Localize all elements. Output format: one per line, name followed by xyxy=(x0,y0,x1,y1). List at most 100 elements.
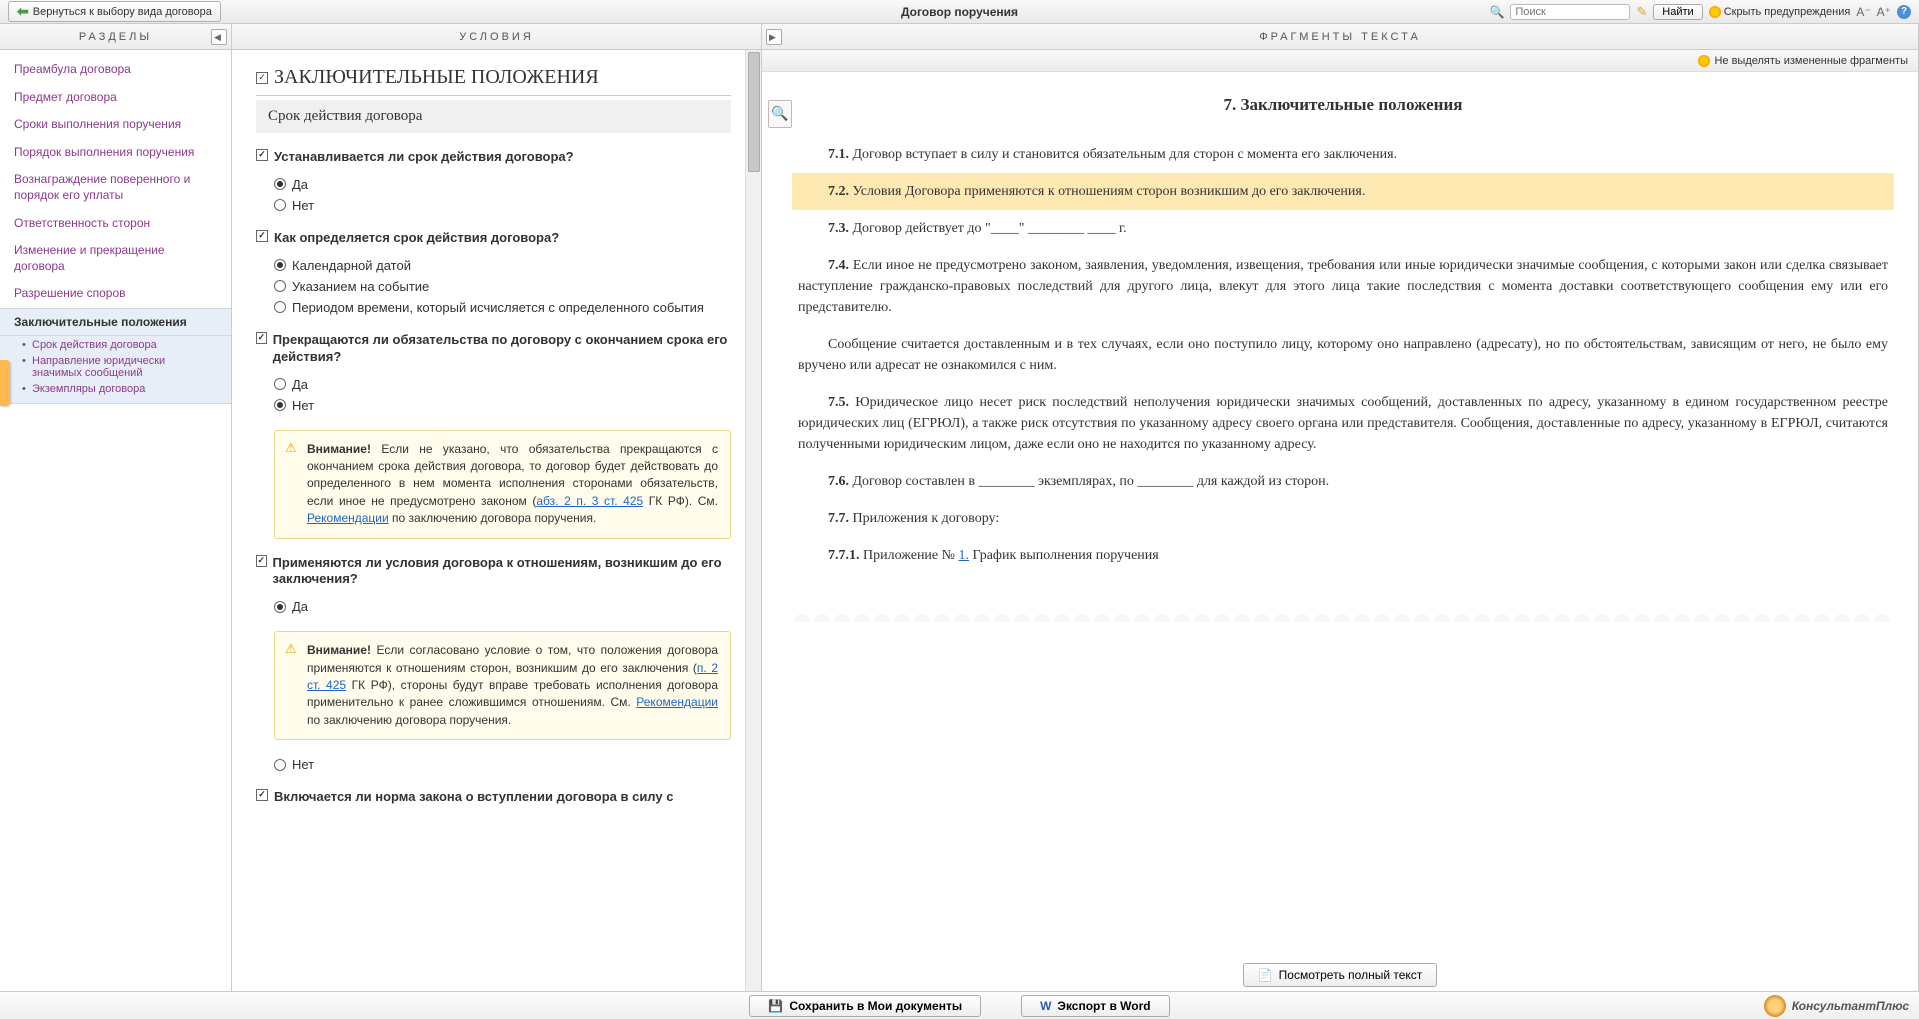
document-icon[interactable]: 🔍 xyxy=(768,100,792,128)
radio-icon xyxy=(274,301,286,313)
fragments-body: 🔍 7. Заключительные положения 7.1. Догов… xyxy=(762,72,1918,955)
view-full-text-button[interactable]: 📄 Посмотреть полный текст xyxy=(1243,963,1438,987)
option[interactable]: Нет xyxy=(274,195,731,216)
radio-icon xyxy=(274,759,286,771)
section-item[interactable]: Вознаграждение поверенного и порядок его… xyxy=(0,166,231,209)
sections-list: Преамбула договора Предмет договора Срок… xyxy=(0,50,231,991)
para-text: Юридическое лицо несет риск последствий … xyxy=(798,395,1888,452)
option[interactable]: Календарной датой xyxy=(274,255,731,276)
sections-header: РАЗДЕЛЫ ◀ xyxy=(0,24,231,50)
option-label: Да xyxy=(292,377,308,392)
find-button[interactable]: Найти xyxy=(1653,4,1702,20)
section-item[interactable]: Сроки выполнения поручения xyxy=(0,111,231,139)
question-1: ✓ Устанавливается ли срок действия догово… xyxy=(256,143,731,170)
paragraph: 7.1. Договор вступает в силу и становитс… xyxy=(792,136,1894,173)
warning-link[interactable]: Рекомендации xyxy=(307,511,389,525)
radio-icon xyxy=(274,280,286,292)
para-num: 7.5. xyxy=(828,395,849,410)
section-item[interactable]: Преамбула договора xyxy=(0,56,231,84)
option-label: Указанием на событие xyxy=(292,279,429,294)
warning-text: по заключению договора поручения. xyxy=(389,511,597,525)
section-subitem[interactable]: Направление юридически значимых сообщени… xyxy=(22,353,217,381)
para-num: 7.3. xyxy=(828,221,849,236)
help-icon[interactable]: ? xyxy=(1897,5,1911,19)
section-item[interactable]: Порядок выполнения поручения xyxy=(0,139,231,167)
brand-label: КонсультантПлюс xyxy=(1792,999,1909,1013)
text-fragments-panel: ▶ ФРАГМЕНТЫ ТЕКСТА Не выделять измененны… xyxy=(762,24,1919,991)
conditions-panel: УСЛОВИЯ ✓ ЗАКЛЮЧИТЕЛЬНЫЕ ПОЛОЖЕНИЯ Срок … xyxy=(232,24,762,991)
radio-icon xyxy=(274,259,286,271)
para-num: 7.7. xyxy=(828,511,849,526)
option-label: Нет xyxy=(292,398,314,413)
question-text: Устанавливается ли срок действия договор… xyxy=(274,149,574,166)
section-item-active[interactable]: Заключительные положения xyxy=(0,308,231,336)
question-text: Как определяется срок действия договора? xyxy=(274,230,559,247)
document-title: Договор поручения xyxy=(901,5,1018,19)
document-icon: 📄 xyxy=(1258,968,1273,982)
back-label: Вернуться к выбору вида договора xyxy=(33,6,212,18)
warning-link[interactable]: абз. 2 п. 3 ст. 425 xyxy=(536,494,643,508)
checkbox-icon[interactable]: ✓ xyxy=(256,149,268,161)
paragraph: 7.4. Если иное не предусмотрено законом,… xyxy=(792,247,1894,326)
para-text: Сообщение считается доставленным и в тех… xyxy=(798,337,1888,373)
view-full-label: Посмотреть полный текст xyxy=(1279,968,1423,982)
subgroup-heading: Срок действия договора xyxy=(256,100,731,133)
section-subitem[interactable]: Экземпляры договора xyxy=(22,381,217,397)
paragraph-highlighted: 7.2. Условия Договора применяются к отно… xyxy=(792,173,1894,210)
checkbox-icon[interactable]: ✓ xyxy=(256,230,268,242)
checkbox-icon[interactable]: ✓ xyxy=(256,332,267,344)
paragraph: 7.7.1. Приложение № 1. График выполнения… xyxy=(792,537,1894,574)
para-num: 7.4. xyxy=(828,258,849,273)
collapse-left-button[interactable]: ◀ xyxy=(211,29,227,45)
para-text: Условия Договора применяются к отношения… xyxy=(849,184,1365,199)
question-2: ✓ Как определяется срок действия договора… xyxy=(256,224,731,251)
scrollbar[interactable] xyxy=(745,50,761,991)
section-item[interactable]: Разрешение споров xyxy=(0,280,231,308)
search-input[interactable] xyxy=(1510,4,1630,20)
back-button[interactable]: ⬅ Вернуться к выбору вида договора xyxy=(8,1,221,22)
export-word-button[interactable]: W Экспорт в Word xyxy=(1021,995,1170,1017)
side-tab[interactable] xyxy=(0,360,10,406)
para-num: 7.1. xyxy=(828,147,849,162)
pencil-icon[interactable]: ✎ xyxy=(1636,4,1647,20)
section-item[interactable]: Изменение и прекращение договора xyxy=(0,237,231,280)
bottom-toolbar: 💾 Сохранить в Мои документы W Экспорт в … xyxy=(0,991,1919,1019)
no-highlight-toggle[interactable]: Не выделять измененные фрагменты xyxy=(1714,55,1908,67)
hide-warnings-label: Скрыть предупреждения xyxy=(1724,6,1851,18)
section-item[interactable]: Предмет договора xyxy=(0,84,231,112)
option-label: Да xyxy=(292,177,308,192)
warning-text: ГК РФ). См. xyxy=(643,494,718,508)
separator xyxy=(792,604,1894,622)
section-subitems: Срок действия договора Направление юриди… xyxy=(0,336,231,404)
checkbox-icon[interactable]: ✓ xyxy=(256,789,268,801)
para-text: Договор действует до "____" ________ ___… xyxy=(849,221,1127,236)
save-button[interactable]: 💾 Сохранить в Мои документы xyxy=(749,995,981,1017)
para-num: 7.2. xyxy=(828,184,849,199)
question-4: ✓Применяются ли условия договора к отнош… xyxy=(256,549,731,593)
option-label: Да xyxy=(292,599,308,614)
hide-warnings-button[interactable]: Скрыть предупреждения xyxy=(1709,6,1851,18)
font-smaller-icon[interactable]: A⁻ xyxy=(1856,5,1870,19)
option[interactable]: Указанием на событие xyxy=(274,276,731,297)
checkbox-icon[interactable]: ✓ xyxy=(256,72,268,84)
option[interactable]: Да xyxy=(274,174,731,195)
section-item[interactable]: Ответственность сторон xyxy=(0,210,231,238)
checkbox-icon[interactable]: ✓ xyxy=(256,555,267,567)
collapse-right-button[interactable]: ▶ xyxy=(766,29,782,45)
option[interactable]: Да xyxy=(274,374,731,395)
scrollbar-thumb[interactable] xyxy=(748,52,760,172)
conditions-header: УСЛОВИЯ xyxy=(232,24,761,50)
attachment-link[interactable]: 1. xyxy=(959,548,970,563)
search-icon: 🔍 xyxy=(1489,5,1504,19)
option[interactable]: Нет xyxy=(274,754,731,775)
option[interactable]: Нет xyxy=(274,395,731,416)
warning-link[interactable]: Рекомендации xyxy=(636,695,718,709)
arrow-left-icon: ⬅ xyxy=(17,3,29,20)
question-3: ✓Прекращаются ли обязательства по догово… xyxy=(256,326,731,370)
option[interactable]: Да xyxy=(274,596,731,617)
section-subitem[interactable]: Срок действия договора xyxy=(22,337,217,353)
brand: КонсультантПлюс xyxy=(1764,995,1909,1017)
section-heading: ✓ ЗАКЛЮЧИТЕЛЬНЫЕ ПОЛОЖЕНИЯ xyxy=(256,60,731,96)
option[interactable]: Периодом времени, который исчисляется с … xyxy=(274,297,731,318)
font-larger-icon[interactable]: A⁺ xyxy=(1877,5,1891,19)
